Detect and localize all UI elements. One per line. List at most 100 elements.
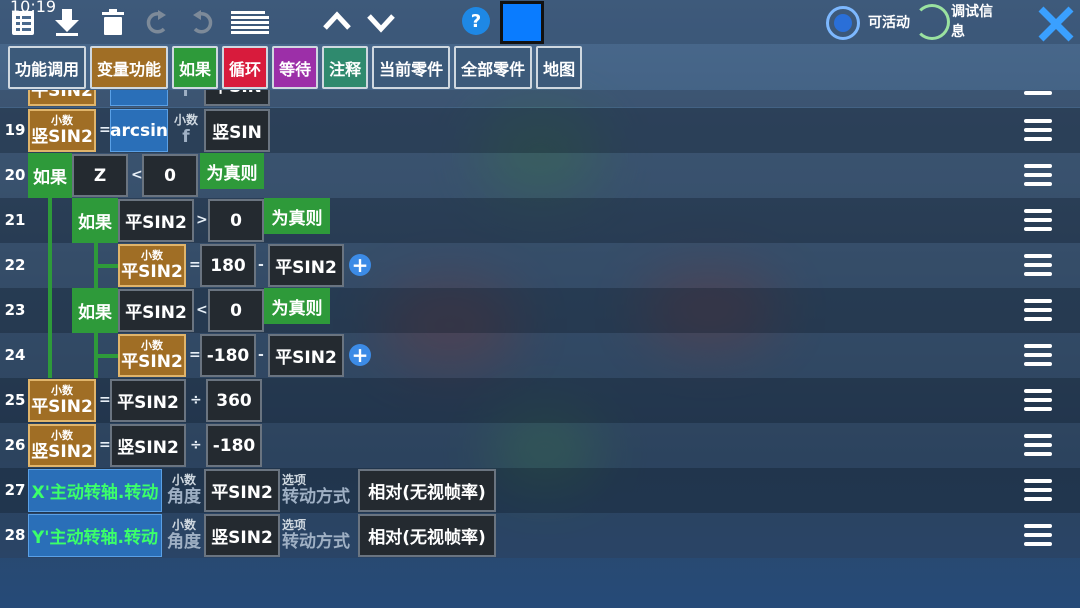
function-block[interactable]: arcsin (110, 90, 168, 106)
variable-block[interactable]: 小数平SIN2 (28, 379, 96, 422)
condition-right[interactable]: 0 (208, 289, 264, 332)
row-menu-icon[interactable] (1024, 524, 1052, 548)
row-menu-icon[interactable] (1024, 164, 1052, 188)
value-block[interactable]: -180 (200, 334, 256, 377)
tab-current-part[interactable]: 当前零件 (372, 46, 451, 89)
line-number: 27 (4, 481, 26, 499)
call-block[interactable]: Y'主动转轴.转动 (28, 514, 162, 557)
tab-loop[interactable]: 循环 (222, 46, 269, 89)
trash-icon[interactable] (96, 4, 130, 40)
tab-comment[interactable]: 注释 (322, 46, 369, 89)
param-name: 角度 (167, 531, 201, 552)
then-block[interactable]: 为真则 (264, 198, 330, 234)
operator: - (258, 347, 264, 363)
code-row[interactable]: 24 小数 平SIN2 = -180 - 平SIN2 + (0, 333, 1080, 378)
param-label: 小数 角度 (164, 514, 204, 557)
row-menu-icon[interactable] (1024, 90, 1052, 97)
line-number: 26 (4, 436, 26, 454)
debug-label[interactable]: 调试信息 (951, 2, 1003, 42)
value-block[interactable]: 平SIN (204, 90, 270, 106)
function-block[interactable]: arcsin (110, 109, 168, 152)
row-menu-icon[interactable] (1024, 479, 1052, 503)
list-icon[interactable] (6, 4, 40, 40)
help-icon[interactable]: ? (462, 7, 490, 35)
code-row[interactable]: 27 X'主动转轴.转动 小数 角度 平SIN2 选项 转动方式 相对(无视帧率) (0, 468, 1080, 513)
then-block[interactable]: 为真则 (200, 153, 264, 189)
download-icon[interactable] (50, 4, 84, 40)
line-number: 22 (4, 256, 26, 274)
code-row[interactable]: 18 小数平SIN2 = arcsin 小数f 平SIN (0, 90, 1080, 107)
value-block[interactable]: 竖SIN2 (110, 424, 186, 467)
tab-wait[interactable]: 等待 (272, 46, 319, 89)
value-block[interactable]: 平SIN2 (204, 469, 280, 512)
code-row[interactable]: 22 小数 平SIN2 = 180 - 平SIN2 + (0, 243, 1080, 288)
param-label: 小数 角度 (164, 469, 204, 512)
variable-block[interactable]: 小数 竖SIN2 (28, 109, 96, 152)
value-block[interactable]: 竖SIN2 (204, 514, 280, 557)
code-list: 18 小数平SIN2 = arcsin 小数f 平SIN 19 小数竖SIN2 … (0, 90, 1080, 558)
condition-right[interactable]: 0 (142, 154, 198, 197)
then-block[interactable]: 为真则 (264, 288, 330, 324)
value-block[interactable]: 平SIN2 (110, 379, 186, 422)
operator: = (99, 122, 111, 138)
tab-map[interactable]: 地图 (536, 46, 583, 89)
value-block[interactable]: 平SIN2 (268, 334, 344, 377)
code-row[interactable]: 19 小数 竖SIN2 = arcsin 小数 f 竖SIN (0, 108, 1080, 153)
if-block[interactable]: 如果 (72, 288, 118, 333)
row-menu-icon[interactable] (1024, 434, 1052, 458)
row-menu-icon[interactable] (1024, 299, 1052, 323)
color-swatch[interactable] (500, 1, 544, 44)
row-menu-icon[interactable] (1024, 254, 1052, 278)
row-menu-icon[interactable] (1024, 344, 1052, 368)
value-block[interactable]: 平SIN2 (268, 244, 344, 287)
call-block[interactable]: X'主动转轴.转动 (28, 469, 162, 512)
value-block[interactable]: 竖SIN (204, 109, 270, 152)
param-type: 小数 (171, 472, 196, 487)
category-tabs: 功能调用 变量功能 如果 循环 等待 注释 当前零件 全部零件 地图 (8, 46, 583, 90)
tab-all-parts[interactable]: 全部零件 (454, 46, 533, 89)
row-menu-icon[interactable] (1024, 209, 1052, 233)
code-row[interactable]: 23 如果 平SIN2 < 0 为真则 (0, 288, 1080, 333)
activity-ring-icon[interactable] (826, 6, 860, 40)
code-row[interactable]: 20 如果 Z < 0 为真则 (0, 153, 1080, 198)
condition-left[interactable]: 平SIN2 (118, 199, 194, 242)
redo-icon[interactable] (185, 4, 219, 40)
code-row[interactable]: 21 如果 平SIN2 > 0 为真则 (0, 198, 1080, 243)
value-block[interactable]: 360 (206, 379, 262, 422)
param-label: 小数f (170, 90, 202, 106)
keyboard-icon[interactable] (228, 4, 270, 40)
add-icon[interactable]: + (349, 344, 371, 366)
variable-block[interactable]: 小数平SIN2 (28, 90, 96, 106)
close-icon[interactable] (1034, 2, 1078, 46)
if-block[interactable]: 如果 (72, 198, 118, 243)
add-icon[interactable]: + (349, 254, 371, 276)
operator: = (99, 392, 111, 408)
option-value[interactable]: 相对(无视帧率) (358, 469, 496, 512)
code-row[interactable]: 28 Y'主动转轴.转动 小数 角度 竖SIN2 选项 转动方式 相对(无视帧率) (0, 513, 1080, 558)
row-menu-icon[interactable] (1024, 389, 1052, 413)
value-block[interactable]: -180 (206, 424, 262, 467)
tab-if[interactable]: 如果 (172, 46, 219, 89)
row-menu-icon[interactable] (1024, 119, 1052, 143)
option-value[interactable]: 相对(无视帧率) (358, 514, 496, 557)
operator: < (131, 167, 143, 183)
variable-block[interactable]: 小数平SIN2 (118, 334, 186, 377)
condition-left[interactable]: 平SIN2 (118, 289, 194, 332)
call-name: X'主动转轴.转动 (31, 483, 159, 503)
tab-variable[interactable]: 变量功能 (90, 46, 169, 89)
code-row[interactable]: 26 小数 竖SIN2 = 竖SIN2 ÷ -180 (0, 423, 1080, 468)
variable-block[interactable]: 小数平SIN2 (118, 244, 186, 287)
condition-left[interactable]: Z (72, 154, 128, 197)
arrow-down-icon[interactable] (364, 4, 398, 40)
variable-block[interactable]: 小数 竖SIN2 (28, 424, 96, 467)
operator: = (189, 347, 201, 363)
debug-ring-icon[interactable] (914, 4, 950, 40)
arrow-up-icon[interactable] (320, 4, 354, 40)
undo-icon[interactable] (140, 4, 174, 40)
if-block[interactable]: 如果 (28, 153, 72, 198)
value-block[interactable]: 180 (200, 244, 256, 287)
code-row[interactable]: 25 小数 平SIN2 = 平SIN2 ÷ 360 (0, 378, 1080, 423)
tab-function-call[interactable]: 功能调用 (8, 46, 87, 89)
condition-right[interactable]: 0 (208, 199, 264, 242)
activity-label[interactable]: 可活动 (868, 12, 910, 32)
